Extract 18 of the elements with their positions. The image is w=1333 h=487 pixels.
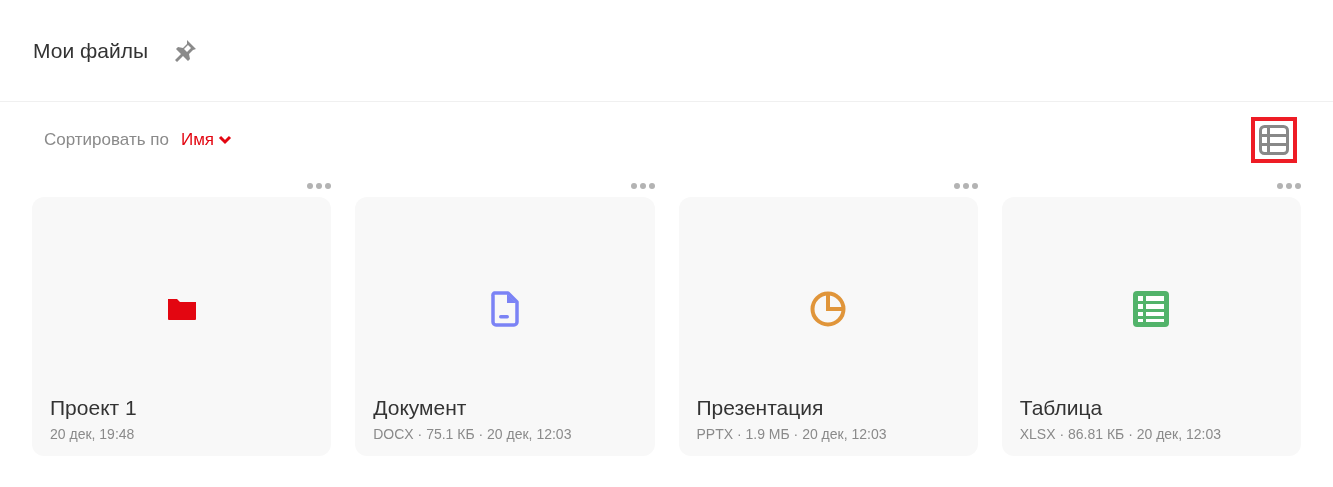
file-name: Таблица <box>1019 396 1104 420</box>
file-card[interactable]: Презентация PPTX · 1.9 МБ · 20 дек, 12:03 <box>678 197 978 456</box>
file-name: Документ <box>373 396 468 420</box>
file-meta: PPTX · 1.9 МБ · 20 дек, 12:03 <box>696 426 888 442</box>
sort-dropdown[interactable]: Имя <box>180 130 233 150</box>
view-toggle-button[interactable] <box>1251 117 1297 163</box>
file-name: Проект 1 <box>50 396 138 420</box>
table-view-icon <box>1259 125 1289 155</box>
file-card[interactable]: Проект 1 20 дек, 19:48 <box>32 197 332 456</box>
page-title: Мои файлы <box>33 38 148 63</box>
sort-label: Сортировать по <box>44 130 169 150</box>
file-card[interactable]: Таблица XLSX · 86.81 КБ · 20 дек, 12:03 <box>1001 197 1301 456</box>
file-card[interactable]: Документ DOCX · 75.1 КБ · 20 дек, 12:03 <box>355 197 655 456</box>
chevron-down-icon <box>218 135 233 145</box>
file-name: Презентация <box>696 396 825 420</box>
file-meta: 20 дек, 19:48 <box>50 426 136 442</box>
file-meta: XLSX · 86.81 КБ · 20 дек, 12:03 <box>1019 426 1223 442</box>
file-meta: DOCX · 75.1 КБ · 20 дек, 12:03 <box>373 426 573 442</box>
